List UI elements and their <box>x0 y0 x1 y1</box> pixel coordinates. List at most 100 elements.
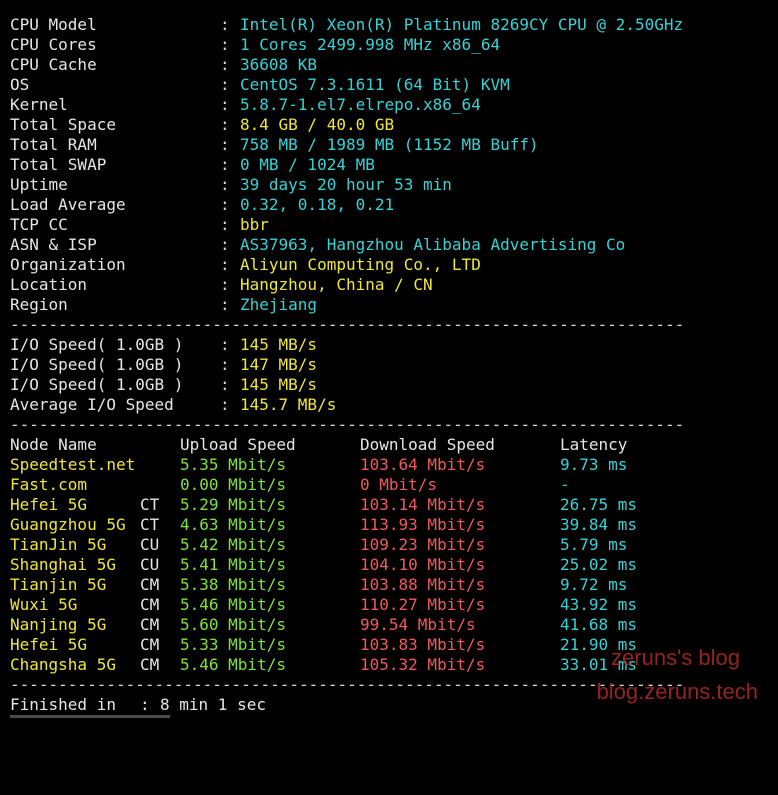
speed-row: Wuxi 5G CM 5.46 Mbit/s 110.27 Mbit/s 43.92 m… <box>10 595 770 615</box>
io-separator: : <box>220 335 230 354</box>
node-name: Fast.com <box>10 475 88 494</box>
node-name: Shanghai 5G <box>10 555 116 574</box>
speed-table-body: Speedtest.net 5.35 Mbit/s 103.64 Mbit/s 9.7… <box>10 455 770 675</box>
sysinfo-label: Kernel <box>10 95 68 114</box>
node-isp: CM <box>140 635 160 654</box>
speed-table-header: Node Name Upload Speed Download Speed La… <box>10 435 770 455</box>
sysinfo-separator: : <box>220 295 230 314</box>
speed-row: Guangzhou 5G CT 4.63 Mbit/s 113.93 Mbit/s 39… <box>10 515 770 535</box>
upload-speed: 5.33 Mbit/s <box>180 635 286 654</box>
node-isp: CU <box>140 555 160 574</box>
sysinfo-row: OS: CentOS 7.3.1611 (64 Bit) KVM <box>10 75 770 95</box>
sysinfo-label: TCP CC <box>10 215 68 234</box>
sysinfo-value: 36608 KB <box>240 55 318 74</box>
sysinfo-row: Total RAM:758 MB / 1989 MB (1152 MB Buff… <box>10 135 770 155</box>
node-isp: CM <box>140 575 160 594</box>
node-name: Nanjing 5G <box>10 615 107 634</box>
node-name: Changsha 5G <box>10 655 116 674</box>
sysinfo-label: CPU Cores <box>10 35 97 54</box>
speed-row: TianJin 5G CU 5.42 Mbit/s 109.23 Mbit/s 5.79… <box>10 535 770 555</box>
sysinfo-value: 1 Cores 2499.998 MHz x86_64 <box>240 35 501 54</box>
node-name: Hefei 5G <box>10 635 88 654</box>
sysinfo-row: Uptime:39 days 20 hour 53 min <box>10 175 770 195</box>
sysinfo-value: 758 MB / 1989 MB (1152 MB Buff) <box>240 135 539 154</box>
upload-speed: 5.60 Mbit/s <box>180 615 286 634</box>
sysinfo-label: Load Average <box>10 195 126 214</box>
latency: 43.92 ms <box>560 595 638 614</box>
io-speed-section: I/O Speed( 1.0GB ):145 MB/s I/O Speed( 1.… <box>10 335 770 415</box>
header-upload-speed: Upload Speed <box>180 435 296 454</box>
download-speed: 109.23 Mbit/s <box>360 535 486 554</box>
sysinfo-value: AS37963, Hangzhou Alibaba Advertising Co <box>240 235 626 254</box>
download-speed: 103.83 Mbit/s <box>360 635 486 654</box>
io-separator: : <box>220 375 230 394</box>
speed-row: Fast.com 0.00 Mbit/s 0 Mbit/s - <box>10 475 770 495</box>
sysinfo-value: Aliyun Computing Co., LTD <box>240 255 481 274</box>
sysinfo-separator: : <box>220 15 230 34</box>
upload-speed: 5.41 Mbit/s <box>180 555 286 574</box>
sysinfo-value: 0 MB / 1024 MB <box>240 155 375 174</box>
node-name: Wuxi 5G <box>10 595 78 614</box>
upload-speed: 5.46 Mbit/s <box>180 595 286 614</box>
sysinfo-separator: : <box>220 255 230 274</box>
sysinfo-row: Load Average:0.32, 0.18, 0.21 <box>10 195 770 215</box>
divider: ----------------------------------------… <box>10 415 685 434</box>
finished-value: 8 min 1 sec <box>160 695 266 714</box>
io-label: I/O Speed( 1.0GB ) <box>10 355 184 374</box>
node-name: TianJin 5G <box>10 535 107 554</box>
sysinfo-separator: : <box>220 215 230 234</box>
sysinfo-separator: : <box>220 75 230 94</box>
latency: - <box>560 475 570 494</box>
sysinfo-value: CentOS 7.3.1611 (64 Bit) KVM <box>240 75 510 94</box>
sysinfo-row: CPU Model: Intel(R) Xeon(R) Platinum 8269… <box>10 15 770 35</box>
sysinfo-separator: : <box>220 115 230 134</box>
sysinfo-value: Hangzhou, China / CN <box>240 275 433 294</box>
sysinfo-label: Total SWAP <box>10 155 107 174</box>
node-name: Guangzhou 5G <box>10 515 126 534</box>
upload-speed: 4.63 Mbit/s <box>180 515 286 534</box>
node-name: Hefei 5G <box>10 495 88 514</box>
latency: 41.68 ms <box>560 615 638 634</box>
sysinfo-label: Location <box>10 275 88 294</box>
sysinfo-row: ASN & ISP: AS37963, Hangzhou Alibaba Adve… <box>10 235 770 255</box>
sysinfo-label: ASN & ISP <box>10 235 97 254</box>
speed-row: Nanjing 5G CM 5.60 Mbit/s 99.54 Mbit/s 41.68… <box>10 615 770 635</box>
speed-row: Tianjin 5G CM 5.38 Mbit/s 103.88 Mbit/s 9.72… <box>10 575 770 595</box>
sysinfo-label: Organization <box>10 255 126 274</box>
latency: 26.75 ms <box>560 495 638 514</box>
speed-row: Shanghai 5G CU 5.41 Mbit/s 104.10 Mbit/s 25.… <box>10 555 770 575</box>
terminal-output: CPU Model: Intel(R) Xeon(R) Platinum 8269… <box>10 15 770 715</box>
sysinfo-value: 0.32, 0.18, 0.21 <box>240 195 395 214</box>
sysinfo-row: CPU Cache:36608 KB <box>10 55 770 75</box>
sysinfo-value: bbr <box>240 215 269 234</box>
upload-speed: 0.00 Mbit/s <box>180 475 286 494</box>
finished-label: Finished in <box>10 695 116 714</box>
header-latency: Latency <box>560 435 628 454</box>
sysinfo-row: Total SWAP:0 MB / 1024 MB <box>10 155 770 175</box>
io-label: Average I/O Speed <box>10 395 174 414</box>
sysinfo-row: Total Space:8.4 GB / 40.0 GB <box>10 115 770 135</box>
sysinfo-label: CPU Model <box>10 15 97 34</box>
sysinfo-label: Total Space <box>10 115 116 134</box>
watermark-blog-name: zeruns's blog <box>611 645 740 670</box>
sysinfo-row: Region: Zhejiang <box>10 295 770 315</box>
sysinfo-label: CPU Cache <box>10 55 97 74</box>
speed-row: Speedtest.net 5.35 Mbit/s 103.64 Mbit/s 9.7… <box>10 455 770 475</box>
sysinfo-value: Intel(R) Xeon(R) Platinum 8269CY CPU @ 2… <box>240 15 684 34</box>
sysinfo-value: Zhejiang <box>240 295 318 314</box>
io-value: 145.7 MB/s <box>240 395 337 414</box>
speed-row: Hefei 5G CT 5.29 Mbit/s 103.14 Mbit/s 26.75 … <box>10 495 770 515</box>
node-isp: CM <box>140 615 160 634</box>
io-value: 145 MB/s <box>240 335 318 354</box>
download-speed: 103.14 Mbit/s <box>360 495 486 514</box>
download-speed: 113.93 Mbit/s <box>360 515 486 534</box>
io-label: I/O Speed( 1.0GB ) <box>10 375 184 394</box>
upload-speed: 5.46 Mbit/s <box>180 655 286 674</box>
download-speed: 105.32 Mbit/s <box>360 655 486 674</box>
finished-separator: : <box>140 695 150 714</box>
node-name: Tianjin 5G <box>10 575 107 594</box>
upload-speed: 5.38 Mbit/s <box>180 575 286 594</box>
io-value: 147 MB/s <box>240 355 318 374</box>
download-speed: 103.64 Mbit/s <box>360 455 486 474</box>
io-value: 145 MB/s <box>240 375 318 394</box>
